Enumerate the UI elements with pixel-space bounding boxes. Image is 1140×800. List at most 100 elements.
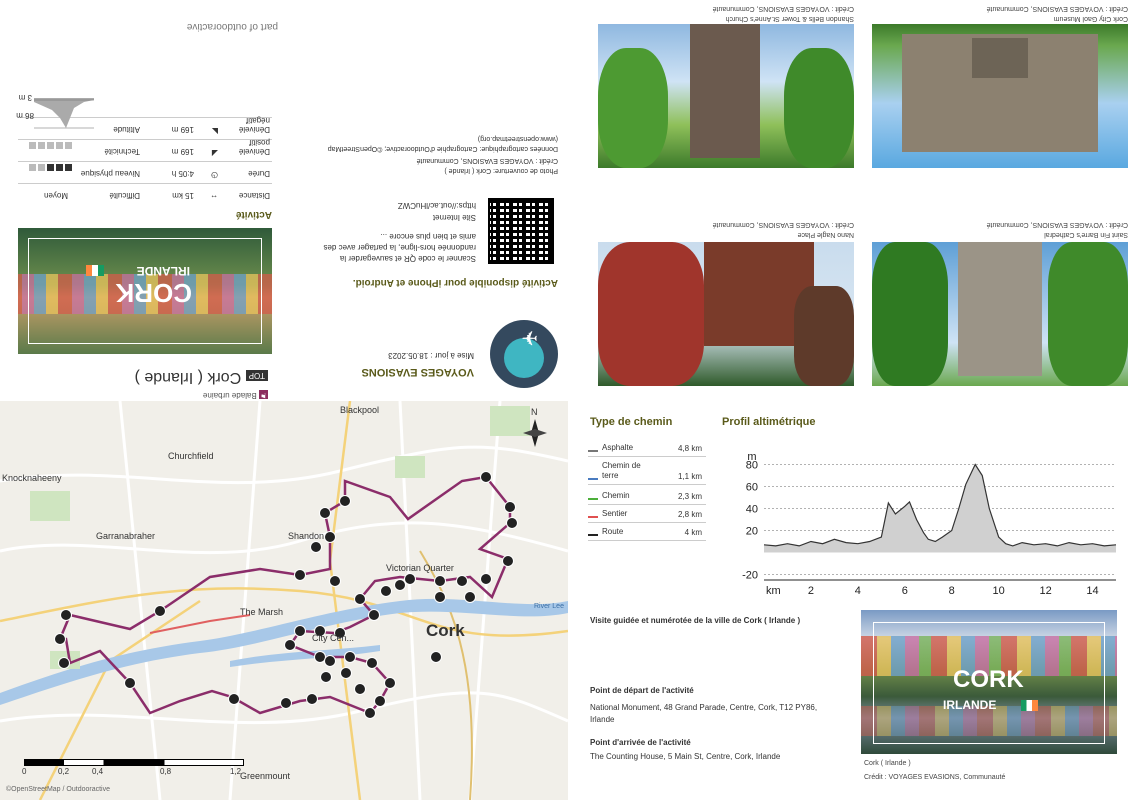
map-label-greenmount: Greenmount bbox=[240, 771, 291, 781]
map-label-churchfield: Churchfield bbox=[168, 451, 214, 461]
map-marker[interactable] bbox=[306, 693, 318, 705]
map-marker[interactable] bbox=[320, 671, 332, 683]
map-marker[interactable] bbox=[374, 695, 386, 707]
map-marker[interactable] bbox=[380, 585, 392, 597]
brand-text: part of outdooractive bbox=[186, 21, 278, 32]
x-tick-label: 2 bbox=[808, 585, 814, 597]
photo-grid: Shandon Bells & Tower St.Anne's Church C… bbox=[578, 0, 1140, 400]
elevation-profile-chart: -20204060802 4 6 8 10 12 14kmm bbox=[742, 451, 1117, 597]
map-marker[interactable] bbox=[228, 693, 240, 705]
physical-level-meter bbox=[27, 159, 72, 177]
start-label: Point de départ de l'activité bbox=[590, 686, 694, 695]
photo-shandon bbox=[598, 24, 854, 168]
map-marker[interactable] bbox=[430, 651, 442, 663]
activity-value: 4:05 h bbox=[171, 169, 194, 178]
map-marker[interactable] bbox=[384, 677, 396, 689]
elevation-line bbox=[763, 463, 1117, 547]
title-row: TOP Cork ( Irlande ) bbox=[135, 368, 268, 386]
legend-swatch bbox=[588, 450, 598, 452]
end-value: The Counting House, 5 Main St, Centre, C… bbox=[590, 752, 781, 761]
photo-gaol-title: Cork City Gaol Museum bbox=[1053, 15, 1128, 22]
map-marker[interactable] bbox=[339, 495, 351, 507]
photo-fin-barre-title: Saint Fin Barre's Cathedral bbox=[1044, 231, 1128, 238]
path-type-legend: Asphalte 4,8 km Chemin de terre 1,1 km Chemi… bbox=[588, 438, 706, 542]
route-map[interactable]: Blackpool Churchfield Knocknaheeny Garra… bbox=[0, 401, 568, 800]
cover-city: CORK bbox=[115, 278, 192, 308]
map-marker[interactable] bbox=[404, 573, 416, 585]
scale-2: 0,4 bbox=[92, 767, 104, 776]
cover-card: CORK IRLANDE bbox=[18, 228, 272, 354]
qr-code bbox=[488, 198, 554, 264]
map-marker[interactable] bbox=[354, 683, 366, 695]
legend-name: Sentier bbox=[602, 509, 628, 518]
cover-photo-credit: Crédit : VOYAGES EVASIONS, Communauté bbox=[864, 774, 1006, 781]
north-label: N bbox=[531, 407, 538, 417]
activity-label: Distance bbox=[238, 191, 270, 200]
map-marker[interactable] bbox=[434, 575, 446, 587]
map-marker[interactable] bbox=[294, 569, 306, 581]
end-label: Point d'arrivée de l'activité bbox=[590, 738, 691, 747]
map-marker[interactable] bbox=[319, 507, 331, 519]
map-marker[interactable] bbox=[58, 657, 70, 669]
cover-photo-country: IRLANDE bbox=[943, 698, 997, 712]
x-tick-label: 6 bbox=[902, 585, 908, 597]
y-tick-label: 60 bbox=[746, 482, 758, 494]
hiking-icon: ⚑ bbox=[259, 390, 268, 399]
map-data-credit: Données cartographique: Cartographie d'O… bbox=[327, 145, 558, 152]
legend-row: Chemin de terre 1,1 km bbox=[588, 456, 706, 485]
map-marker[interactable] bbox=[504, 501, 516, 513]
map-marker[interactable] bbox=[284, 639, 296, 651]
map-marker[interactable] bbox=[280, 697, 292, 709]
altitude-min: 3 m bbox=[18, 93, 32, 102]
map-marker[interactable] bbox=[310, 541, 322, 553]
map-marker[interactable] bbox=[340, 667, 352, 679]
level-box bbox=[38, 164, 45, 171]
map-marker[interactable] bbox=[464, 591, 476, 603]
map-data-url: (www.openstreetmap.org) bbox=[477, 135, 558, 142]
level-box bbox=[47, 164, 54, 171]
irish-flag-icon bbox=[86, 265, 104, 276]
map-marker[interactable] bbox=[294, 625, 306, 637]
photo-gaol-credit: Crédit : VOYAGES EVASIONS, Communauté bbox=[986, 5, 1128, 12]
photo-fin-barre bbox=[872, 242, 1128, 386]
map-marker[interactable] bbox=[344, 651, 356, 663]
legend-swatch bbox=[588, 478, 598, 480]
map-marker[interactable] bbox=[60, 609, 72, 621]
level-box bbox=[56, 142, 63, 149]
map-marker[interactable] bbox=[480, 471, 492, 483]
technical-level-meter bbox=[27, 137, 72, 155]
map-marker[interactable] bbox=[502, 555, 514, 567]
map-marker[interactable] bbox=[354, 593, 366, 605]
map-marker[interactable] bbox=[480, 573, 492, 585]
legend-title: Type de chemin bbox=[590, 416, 673, 428]
altitude-mini-svg bbox=[34, 98, 94, 129]
guided-title: Visite guidée et numérotée de la ville d… bbox=[590, 616, 801, 625]
level-box bbox=[65, 142, 72, 149]
ascent-icon: ◢ bbox=[211, 149, 218, 158]
map-label-marsh: The Marsh bbox=[240, 607, 284, 617]
photo-credit: Photo de couverture: Cork ( Irlande ) bbox=[444, 167, 558, 174]
map-marker[interactable] bbox=[154, 605, 166, 617]
clock-icon: ◷ bbox=[211, 171, 218, 180]
site-url[interactable]: https://out.ac/lHuCWZ bbox=[398, 201, 476, 210]
map-marker[interactable] bbox=[456, 575, 468, 587]
scale-3: 0,8 bbox=[160, 767, 172, 776]
legend-name: Asphalte bbox=[602, 443, 634, 452]
scale-4: 1,2 bbox=[230, 767, 242, 776]
map-marker[interactable] bbox=[54, 633, 66, 645]
photo-nano-nagle-credit: Crédit : VOYAGES EVASIONS, Communauté bbox=[712, 221, 854, 228]
map-marker[interactable] bbox=[329, 575, 341, 587]
y-axis-label: m bbox=[747, 451, 756, 463]
map-marker[interactable] bbox=[366, 657, 378, 669]
legend-name: Route bbox=[602, 527, 624, 536]
map-marker[interactable] bbox=[324, 655, 336, 667]
map-marker[interactable] bbox=[324, 531, 336, 543]
category-row: ⚑ Balade urbaine bbox=[203, 390, 268, 400]
map-marker[interactable] bbox=[368, 609, 380, 621]
map-marker[interactable] bbox=[434, 591, 446, 603]
x-tick-label: 10 bbox=[993, 585, 1005, 597]
photo-gaol bbox=[872, 24, 1128, 168]
map-marker[interactable] bbox=[124, 677, 136, 689]
map-marker[interactable] bbox=[364, 707, 376, 719]
map-marker[interactable] bbox=[506, 517, 518, 529]
